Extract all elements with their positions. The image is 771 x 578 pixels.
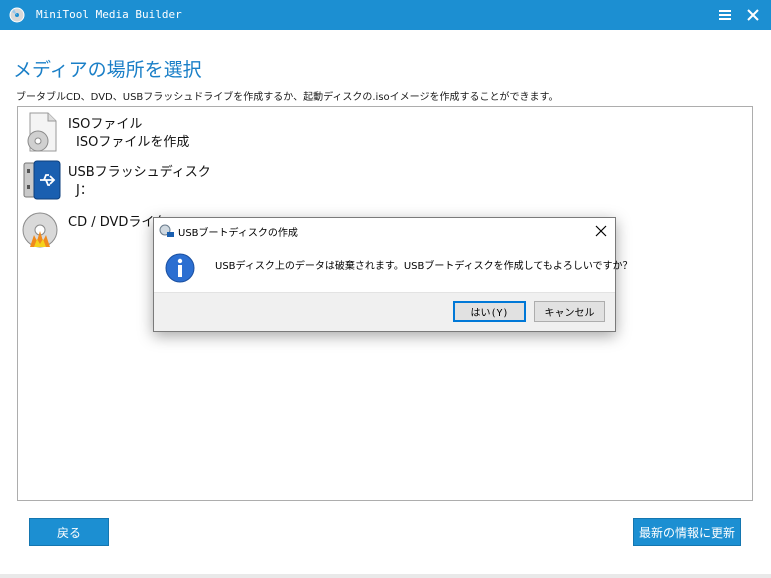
back-button[interactable]: 戻る bbox=[29, 518, 109, 546]
close-icon[interactable] bbox=[744, 6, 762, 24]
dialog-footer: はい(Y) キャンセル bbox=[154, 292, 615, 331]
disc-icon bbox=[9, 7, 25, 23]
dialog-title: USBブートディスクの作成 bbox=[178, 228, 298, 239]
yes-button[interactable]: はい(Y) bbox=[453, 301, 526, 322]
media-item-usb[interactable]: USBフラッシュディスク J： bbox=[22, 159, 322, 205]
info-icon bbox=[165, 253, 195, 283]
usb-boot-icon bbox=[159, 224, 174, 237]
iso-file-icon bbox=[27, 112, 57, 152]
media-item-sub: ISOファイルを作成 bbox=[76, 135, 190, 150]
window-bottom-edge bbox=[0, 574, 771, 578]
dialog-message: USBディスク上のデータは破棄されます。USBブートディスクを作成してもよろしい… bbox=[215, 261, 633, 272]
refresh-button[interactable]: 最新の情報に更新 bbox=[633, 518, 741, 546]
media-item-sub: J： bbox=[76, 183, 93, 198]
confirm-dialog: USBブートディスクの作成 USBディスク上のデータは破棄されます。USBブート… bbox=[153, 217, 633, 332]
page-description: ブータブルCD、DVD、USBフラッシュドライブを作成するか、起動ディスクの.i… bbox=[16, 92, 559, 103]
close-icon[interactable] bbox=[594, 224, 608, 238]
page-title: メディアの場所を選択 bbox=[13, 59, 202, 81]
cd-dvd-burner-icon bbox=[22, 212, 58, 248]
cancel-button[interactable]: キャンセル bbox=[534, 301, 605, 322]
dialog-title-bar: USBブートディスクの作成 bbox=[154, 218, 615, 244]
title-bar: MiniTool Media Builder bbox=[0, 0, 771, 30]
dialog-body: USBディスク上のデータは破棄されます。USBブートディスクを作成してもよろしい… bbox=[154, 244, 633, 292]
media-item-name: ISOファイル bbox=[68, 117, 143, 132]
usb-drive-icon bbox=[23, 160, 61, 200]
media-item-name: USBフラッシュディスク bbox=[68, 165, 211, 180]
app-title: MiniTool Media Builder bbox=[36, 8, 182, 21]
hamburger-menu-icon[interactable] bbox=[716, 6, 734, 24]
media-item-iso[interactable]: ISOファイル ISOファイルを作成 bbox=[22, 111, 322, 157]
